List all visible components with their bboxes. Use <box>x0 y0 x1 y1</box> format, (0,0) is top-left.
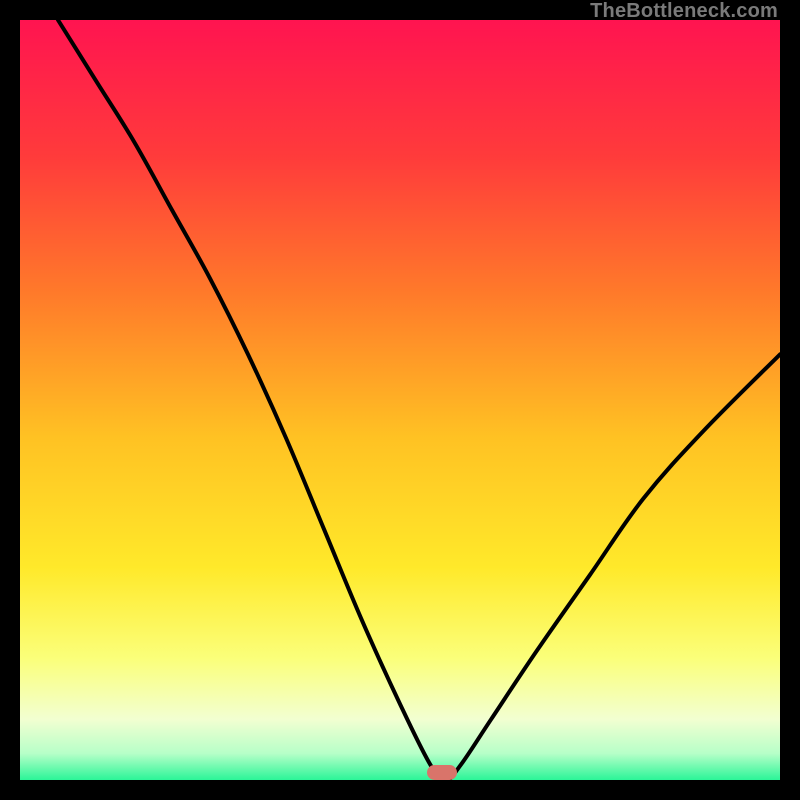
optimal-point-marker <box>427 765 457 780</box>
bottleneck-chart <box>20 20 780 780</box>
watermark-text: TheBottleneck.com <box>590 0 778 23</box>
gradient-background <box>20 20 780 780</box>
chart-frame <box>20 20 780 780</box>
